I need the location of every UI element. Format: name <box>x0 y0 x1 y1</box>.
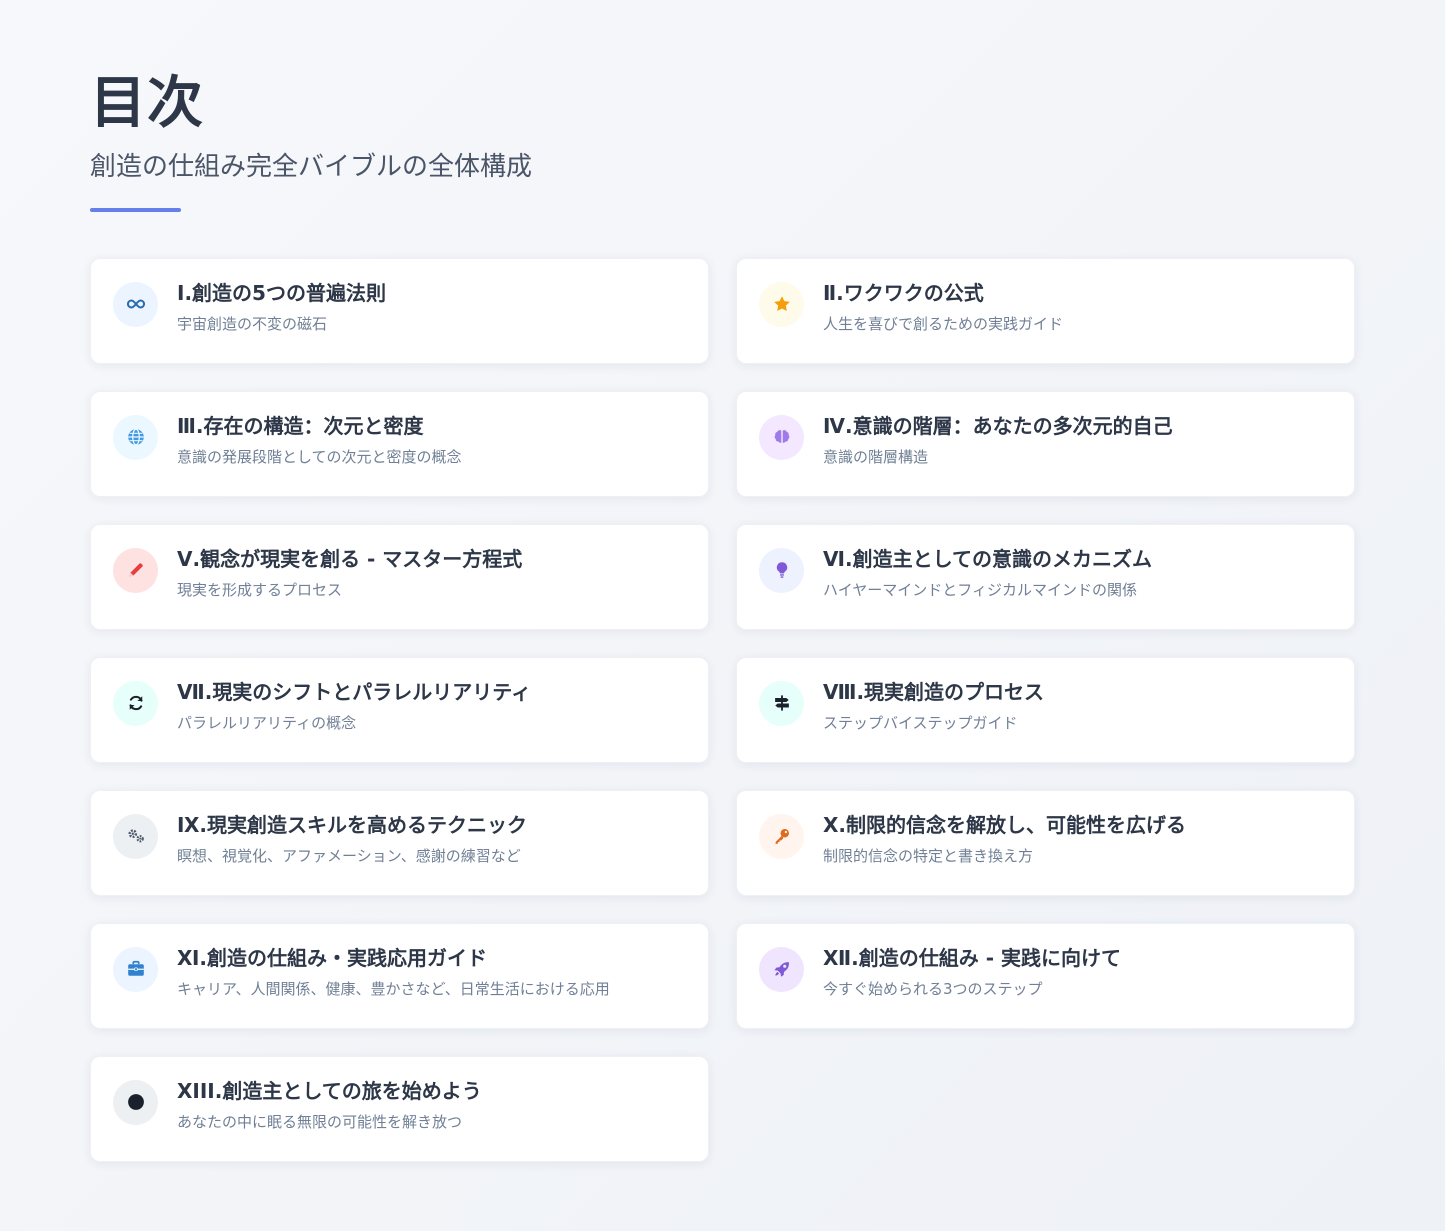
toc-card-5[interactable]: Ⅴ.観念が現実を創る - マスター方程式 現実を形成するプロセス <box>90 524 709 630</box>
toc-card-desc: 制限的信念の特定と書き換え方 <box>823 847 1034 865</box>
toc-card-4[interactable]: Ⅳ.意識の階層：あなたの多次元的自己 意識の階層構造 <box>736 391 1355 497</box>
toc-card-desc: 人生を喜びで創るための実践ガイド <box>823 315 1064 333</box>
toc-card-desc: 意識の発展段階としての次元と密度の概念 <box>177 448 462 466</box>
toc-card-desc: 宇宙創造の不変の磁石 <box>177 315 328 333</box>
toc-card-title: Ⅵ.創造主としての意識のメカニズム <box>823 547 1152 571</box>
toc-card-desc: 瞑想、視覚化、アファメーション、感謝の練習など <box>177 847 521 865</box>
toc-card-2[interactable]: Ⅱ.ワクワクの公式 人生を喜びで創るための実践ガイド <box>736 258 1355 364</box>
infinity-icon <box>113 281 158 327</box>
toc-card-title: Ⅸ.現実創造スキルを高めるテクニック <box>177 813 528 837</box>
pencil-icon <box>113 547 158 593</box>
toc-card-title: Ⅺ.創造の仕組み・実践応用ガイド <box>177 946 487 970</box>
brain-icon <box>759 414 804 460</box>
toc-card-12[interactable]: Ⅻ.創造の仕組み - 実践に向けて 今すぐ始められる3つのステップ <box>736 923 1355 1029</box>
toc-card-8[interactable]: Ⅷ.現実創造のプロセス ステップバイステップガイド <box>736 657 1355 763</box>
sync-icon <box>113 680 158 726</box>
briefcase-icon <box>113 946 158 992</box>
toc-card-desc: ハイヤーマインドとフィジカルマインドの関係 <box>823 581 1137 599</box>
toc-card-title: XIII.創造主としての旅を始めよう <box>177 1079 482 1103</box>
key-icon <box>759 813 804 859</box>
toc-card-6[interactable]: Ⅵ.創造主としての意識のメカニズム ハイヤーマインドとフィジカルマインドの関係 <box>736 524 1355 630</box>
toc-card-desc: 現実を形成するプロセス <box>177 581 343 599</box>
toc-card-title: Ⅴ.観念が現実を創る - マスター方程式 <box>177 547 523 571</box>
toc-card-desc: 今すぐ始められる3つのステップ <box>823 980 1043 998</box>
toc-card-3[interactable]: Ⅲ.存在の構造：次元と密度 意識の発展段階としての次元と密度の概念 <box>90 391 709 497</box>
globe-icon <box>113 414 158 460</box>
toc-grid: Ⅰ.創造の5つの普遍法則 宇宙創造の不変の磁石 Ⅱ.ワクワクの公式 人生を喜びで… <box>90 258 1355 1162</box>
toc-card-9[interactable]: Ⅸ.現実創造スキルを高めるテクニック 瞑想、視覚化、アファメーション、感謝の練習… <box>90 790 709 896</box>
toc-card-title: Ⅻ.創造の仕組み - 実践に向けて <box>823 946 1121 970</box>
toc-card-1[interactable]: Ⅰ.創造の5つの普遍法則 宇宙創造の不変の磁石 <box>90 258 709 364</box>
accent-divider <box>90 208 181 212</box>
toc-card-title: Ⅷ.現実創造のプロセス <box>823 680 1045 704</box>
star-icon <box>759 281 804 327</box>
toc-card-11[interactable]: Ⅺ.創造の仕組み・実践応用ガイド キャリア、人間関係、健康、豊かさなど、日常生活… <box>90 923 709 1029</box>
lightbulb-icon <box>759 547 804 593</box>
toc-card-13[interactable]: XIII.創造主としての旅を始めよう あなたの中に眠る無限の可能性を解き放つ <box>90 1056 709 1162</box>
signpost-icon <box>759 680 804 726</box>
toc-card-desc: パラレルリアリティの概念 <box>177 714 357 732</box>
gears-icon <box>113 813 158 859</box>
toc-card-title: Ⅹ.制限的信念を解放し、可能性を広げる <box>823 813 1187 837</box>
page-subtitle: 創造の仕組み完全バイブルの全体構成 <box>90 152 533 182</box>
toc-card-7[interactable]: Ⅶ.現実のシフトとパラレルリアリティ パラレルリアリティの概念 <box>90 657 709 763</box>
toc-card-title: Ⅱ.ワクワクの公式 <box>823 281 984 305</box>
toc-card-desc: あなたの中に眠る無限の可能性を解き放つ <box>177 1113 463 1131</box>
toc-card-title: Ⅰ.創造の5つの普遍法則 <box>177 281 386 305</box>
toc-card-title: Ⅶ.現実のシフトとパラレルリアリティ <box>177 680 532 704</box>
toc-card-desc: ステップバイステップガイド <box>823 714 1018 732</box>
toc-card-10[interactable]: Ⅹ.制限的信念を解放し、可能性を広げる 制限的信念の特定と書き換え方 <box>736 790 1355 896</box>
toc-card-title: Ⅲ.存在の構造：次元と密度 <box>177 414 424 438</box>
toc-card-title: Ⅳ.意識の階層：あなたの多次元的自己 <box>823 414 1173 438</box>
toc-card-desc: キャリア、人間関係、健康、豊かさなど、日常生活における応用 <box>177 980 610 998</box>
toc-card-desc: 意識の階層構造 <box>823 448 929 466</box>
toc-page: 目次 創造の仕組み完全バイブルの全体構成 Ⅰ.創造の5つの普遍法則 宇宙創造の不… <box>90 0 1355 1162</box>
circle-icon <box>113 1079 158 1125</box>
rocket-icon <box>759 946 804 992</box>
page-title: 目次 <box>90 71 204 136</box>
